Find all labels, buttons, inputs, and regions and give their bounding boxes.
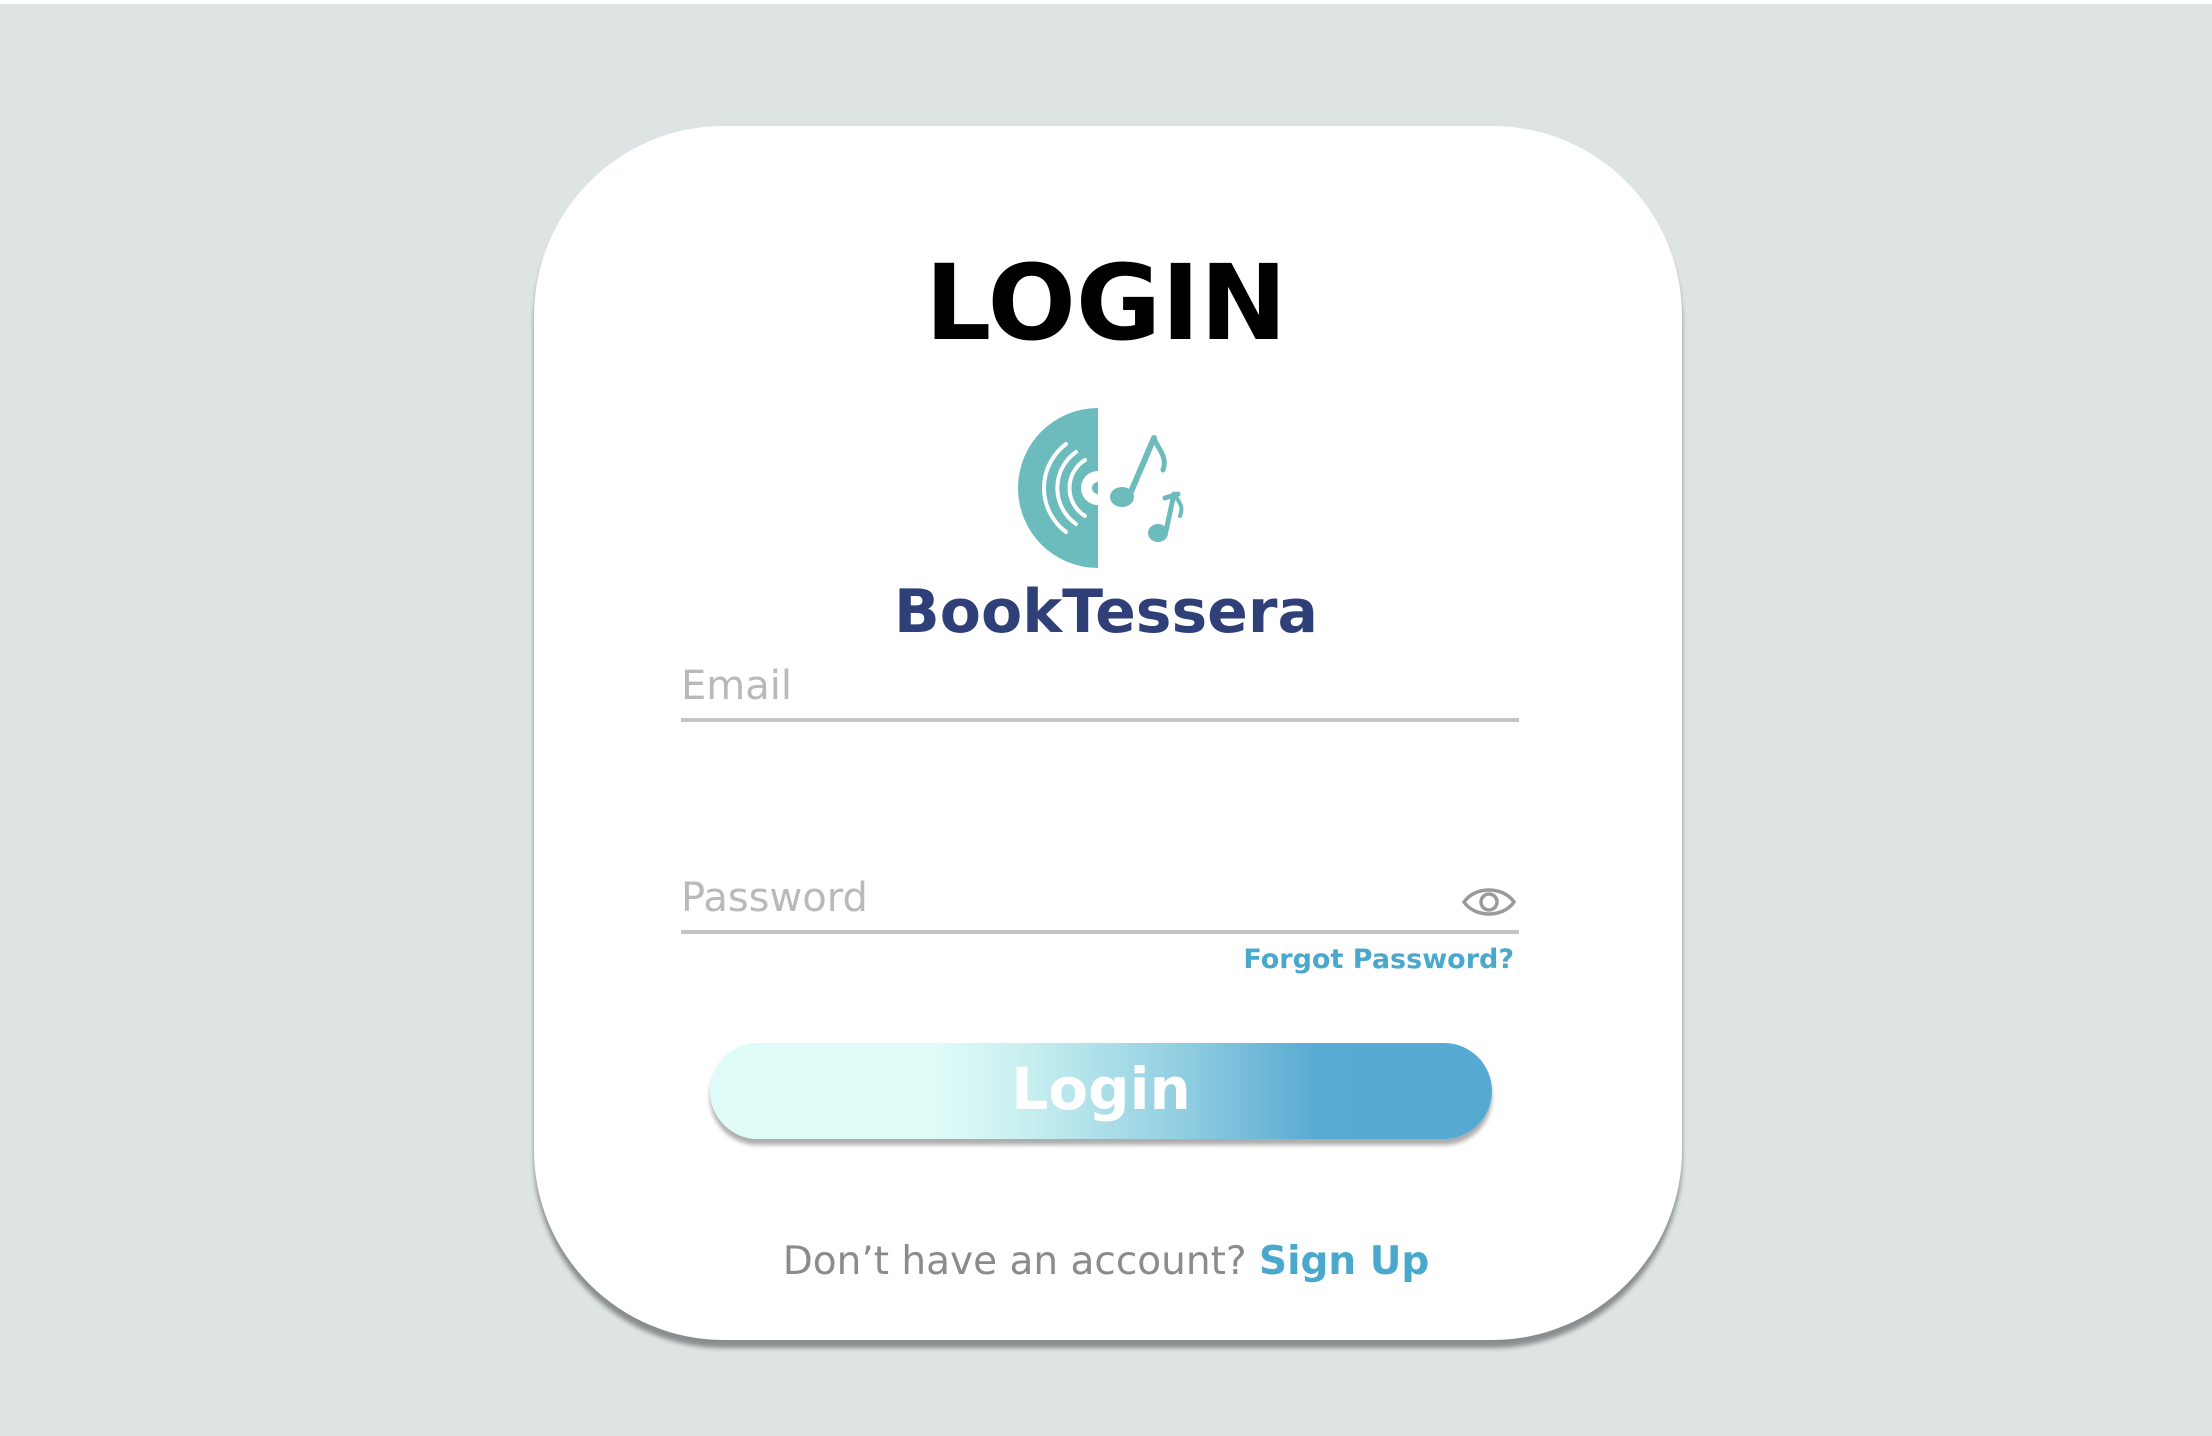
login-button[interactable]: Login [710, 1043, 1492, 1139]
brand-name: BookTessera [894, 577, 1318, 647]
signup-prompt: Don’t have an account? [782, 1239, 1247, 1284]
password-placeholder: Password [681, 875, 868, 921]
forgot-password-link[interactable]: Forgot Password? [1100, 942, 1514, 978]
vinyl-music-logo-icon [1018, 408, 1184, 568]
password-field[interactable]: Password [681, 874, 1519, 934]
email-underline [681, 718, 1519, 722]
signup-row: Don’t have an account? Sign Up [0, 1236, 2212, 1288]
email-placeholder: Email [681, 663, 792, 709]
password-underline [681, 930, 1519, 934]
sign-up-link[interactable]: Sign Up [1259, 1239, 1429, 1284]
email-field[interactable]: Email [681, 660, 1519, 722]
page-title: LOGIN [924, 242, 1288, 364]
eye-icon[interactable] [1461, 883, 1517, 921]
